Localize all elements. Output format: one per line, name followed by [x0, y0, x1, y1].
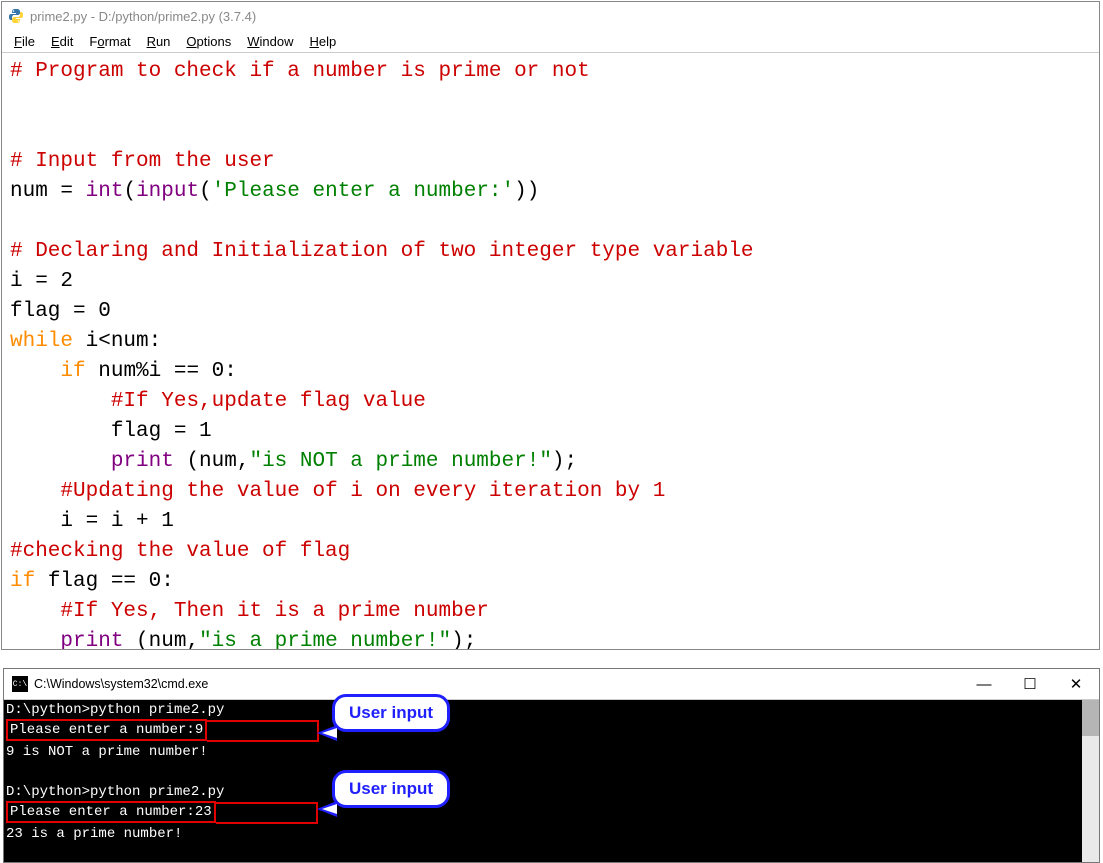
code-keyword: if	[10, 570, 35, 593]
minimize-button[interactable]: —	[961, 669, 1007, 699]
code-text: ))	[514, 180, 539, 203]
code-keyword: while	[10, 330, 73, 353]
callout-label: User input	[349, 779, 433, 798]
code-text	[10, 480, 60, 503]
code-text: i = 2	[10, 270, 73, 293]
code-text: (	[123, 180, 136, 203]
window-controls: — ☐ ✕	[961, 669, 1099, 699]
menu-file[interactable]: File	[6, 32, 43, 51]
code-string: 'Please enter a number:'	[212, 180, 514, 203]
code-string: "is a prime number!"	[199, 630, 451, 649]
code-text	[10, 390, 111, 413]
callout-user-input-2: User input	[332, 770, 450, 808]
callout-label: User input	[349, 703, 433, 722]
code-text	[73, 180, 86, 203]
code-text: );	[451, 630, 476, 649]
maximize-button[interactable]: ☐	[1007, 669, 1053, 699]
cmd-terminal[interactable]: D:\python>python prime2.py Please enter …	[4, 700, 1099, 862]
idle-titlebar[interactable]: prime2.py - D:/python/prime2.py (3.7.4)	[2, 2, 1099, 30]
idle-window: prime2.py - D:/python/prime2.py (3.7.4) …	[1, 1, 1100, 650]
menu-edit[interactable]: Edit	[43, 32, 81, 51]
code-text: num%i == 0:	[86, 360, 237, 383]
code-op: =	[60, 180, 73, 203]
code-text: flag = 1	[111, 420, 212, 443]
scrollbar-vertical[interactable]	[1082, 700, 1099, 862]
code-comment: # Program to check if a number is prime …	[10, 60, 590, 83]
idle-menubar: File Edit Format Run Options Window Help	[2, 30, 1099, 53]
cmd-prompt: D:\python>	[6, 702, 90, 718]
highlight-trail	[216, 802, 318, 824]
code-text	[10, 360, 60, 383]
menu-help[interactable]: Help	[302, 32, 345, 51]
code-text: flag = 0	[10, 300, 111, 323]
cmd-line: D:\python>python prime2.py	[6, 700, 1099, 720]
menu-window[interactable]: Window	[239, 32, 301, 51]
code-comment: #If Yes,update flag value	[111, 390, 426, 413]
cmd-window: C:\ C:\Windows\system32\cmd.exe — ☐ ✕ D:…	[3, 668, 1100, 863]
code-comment: # Declaring and Initialization of two in…	[10, 240, 754, 263]
callout-user-input-1: User input	[332, 694, 450, 732]
highlight-box: Please enter a number:23	[6, 801, 216, 823]
code-text: i = i + 1	[60, 510, 173, 533]
code-text	[10, 450, 111, 473]
menu-options[interactable]: Options	[178, 32, 239, 51]
code-comment: #Updating the value of i on every iterat…	[60, 480, 665, 503]
code-keyword: if	[60, 360, 85, 383]
cmd-line: 23 is a prime number!	[6, 824, 1099, 844]
python-icon	[8, 8, 24, 24]
cmd-line: Please enter a number:9	[6, 720, 1099, 742]
menu-format[interactable]: Format	[81, 32, 138, 51]
code-comment: #checking the value of flag	[10, 540, 350, 563]
code-text	[10, 600, 60, 623]
code-builtin: input	[136, 180, 199, 203]
cmd-title-text: C:\Windows\system32\cmd.exe	[34, 677, 208, 691]
cmd-line	[6, 762, 1099, 782]
code-builtin: int	[86, 180, 124, 203]
code-text	[10, 510, 60, 533]
menu-run[interactable]: Run	[139, 32, 179, 51]
code-builtin: print	[60, 630, 123, 649]
code-string: "is NOT a prime number!"	[249, 450, 551, 473]
code-text: num	[10, 180, 60, 203]
cmd-line: D:\python>python prime2.py	[6, 782, 1099, 802]
cmd-line: 9 is NOT a prime number!	[6, 742, 1099, 762]
highlight-trail	[207, 720, 319, 742]
code-editor[interactable]: # Program to check if a number is prime …	[2, 53, 1099, 649]
code-comment: # Input from the user	[10, 150, 275, 173]
cmd-titlebar[interactable]: C:\ C:\Windows\system32\cmd.exe — ☐ ✕	[4, 669, 1099, 700]
code-text: flag == 0:	[35, 570, 174, 593]
scrollbar-thumb[interactable]	[1082, 700, 1099, 736]
code-text	[10, 630, 60, 649]
cmd-icon: C:\	[12, 676, 28, 692]
code-text: i<num:	[73, 330, 161, 353]
code-comment: #If Yes, Then it is a prime number	[60, 600, 488, 623]
idle-title-text: prime2.py - D:/python/prime2.py (3.7.4)	[30, 9, 256, 24]
cmd-command: python prime2.py	[90, 784, 224, 800]
code-text: (	[199, 180, 212, 203]
close-button[interactable]: ✕	[1053, 669, 1099, 699]
cmd-prompt: D:\python>	[6, 784, 90, 800]
code-builtin: print	[111, 450, 174, 473]
code-text: );	[552, 450, 577, 473]
code-text	[10, 420, 111, 443]
cmd-command: python prime2.py	[90, 702, 224, 718]
code-text: (num,	[174, 450, 250, 473]
highlight-box: Please enter a number:9	[6, 719, 207, 741]
cmd-line: Please enter a number:23	[6, 802, 1099, 824]
code-text: (num,	[123, 630, 199, 649]
